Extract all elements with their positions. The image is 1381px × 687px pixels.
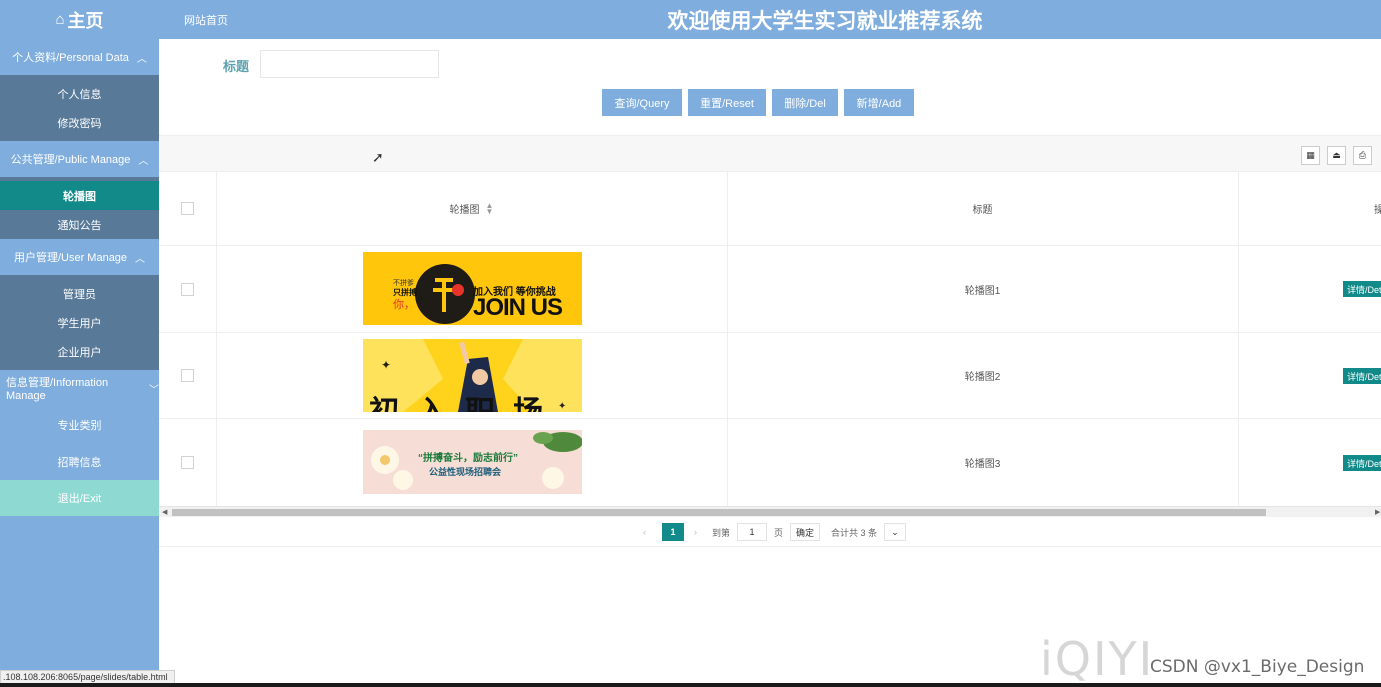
slide-title: 轮播图2 bbox=[964, 372, 1001, 383]
sort-icon[interactable]: ▲ ▼ bbox=[486, 201, 494, 215]
sidebar-group-user-manage[interactable]: 用户管理/User Manage ︿ bbox=[0, 239, 159, 275]
select-all-cell bbox=[159, 172, 216, 245]
total-count: 合计共 3 条 bbox=[831, 527, 878, 538]
sidebar-group-label: 个人资料/Personal Data bbox=[12, 52, 129, 64]
sidebar-item-slides[interactable]: 轮播图 bbox=[0, 181, 159, 210]
columns-icon[interactable]: ▦ bbox=[1301, 146, 1320, 165]
print-icon[interactable]: ⎙ bbox=[1353, 146, 1372, 165]
sidebar-item-notices[interactable]: 通知公告 bbox=[0, 210, 159, 239]
detail-button[interactable]: 详情/Det bbox=[1343, 455, 1381, 471]
goto-label: 到第 bbox=[712, 527, 731, 538]
csdn-watermark: CSDN @vx1_Biye_Design bbox=[1150, 657, 1365, 677]
banner-big-text: JOIN US bbox=[473, 294, 563, 321]
reset-button[interactable]: 重置/Reset bbox=[688, 89, 766, 116]
banner-subtext: 公益性现场招聘会 bbox=[429, 467, 502, 477]
chevron-up-icon: ︿ bbox=[136, 53, 147, 65]
sidebar-group-user-manage-items: 管理员 学生用户 企业用户 bbox=[0, 275, 159, 370]
goto-confirm-button[interactable]: 确定 bbox=[790, 523, 821, 541]
scroll-right-icon[interactable]: ▶ bbox=[1375, 508, 1380, 516]
search-title-label: 标题 bbox=[223, 59, 250, 74]
table-toolbar: ▦ ⏏ ⎙ bbox=[159, 135, 1381, 172]
slide-title: 轮播图1 bbox=[964, 285, 1001, 297]
action-buttons: 查询/Query 重置/Reset 删除/Del 新增/Add bbox=[602, 89, 914, 116]
sidebar-group-label: 用户管理/User Manage bbox=[13, 252, 128, 264]
row-checkbox[interactable] bbox=[181, 282, 194, 296]
export-icon[interactable]: ⏏ bbox=[1327, 146, 1346, 165]
chevron-down-icon: ﹀ bbox=[149, 384, 159, 396]
banner-headline: “拼搏奋斗，励志前行” bbox=[418, 453, 518, 464]
sidebar-group-public-manage-items: 轮播图 通知公告 bbox=[0, 177, 159, 239]
column-header-label: 轮播图 bbox=[449, 205, 480, 216]
system-title: 欢迎使用大学生实习就业推荐系统 bbox=[667, 10, 983, 33]
sidebar-group-personal-data[interactable]: 个人资料/Personal Data ︿ bbox=[0, 39, 159, 75]
top-bar: ⌂ 主页 网站首页 欢迎使用大学生实习就业推荐系统 bbox=[0, 0, 1381, 39]
row-checkbox[interactable] bbox=[181, 455, 194, 469]
main-content: 标题 查询/Query 重置/Reset 删除/Del 新增/Add ▦ ⏏ ⎙… bbox=[159, 39, 1381, 687]
chevron-down-icon: ⌄ bbox=[891, 526, 899, 537]
sidebar-item-exit[interactable]: 退出/Exit bbox=[0, 480, 159, 516]
chevron-up-icon: ︿ bbox=[138, 155, 149, 167]
prev-page-icon[interactable]: ‹ bbox=[643, 523, 646, 541]
sidebar-item-students[interactable]: 学生用户 bbox=[0, 308, 159, 337]
home-link[interactable]: ⌂ 主页 bbox=[0, 0, 159, 39]
chevron-up-icon: ︿ bbox=[135, 253, 146, 265]
iqiyi-watermark: iQIYI bbox=[1040, 632, 1155, 686]
detail-button[interactable]: 详情/Det bbox=[1343, 281, 1381, 297]
column-header-label: 操作 bbox=[1374, 205, 1381, 216]
sidebar-group-public-manage[interactable]: 公共管理/Public Manage ︿ bbox=[0, 141, 159, 177]
slide-title: 轮播图3 bbox=[964, 458, 1001, 470]
status-bar-url: .108.108.206:8065/page/slides/table.html bbox=[0, 670, 175, 684]
select-all-checkbox[interactable] bbox=[181, 202, 194, 215]
column-header-slide[interactable]: 轮播图 ▲ ▼ bbox=[216, 172, 727, 245]
home-label: 主页 bbox=[67, 10, 104, 31]
sidebar-group-label: 公共管理/Public Manage bbox=[10, 154, 131, 166]
column-header-actions: 操作 bbox=[1238, 172, 1381, 245]
sidebar-item-jobs[interactable]: 招聘信息 bbox=[0, 443, 159, 480]
page-number-current[interactable]: 1 bbox=[662, 523, 684, 541]
horizontal-scrollbar[interactable]: ◀ ▶ bbox=[159, 506, 1381, 517]
sidebar-item-change-password[interactable]: 修改密码 bbox=[0, 108, 159, 137]
table-row bbox=[159, 333, 216, 418]
delete-button[interactable]: 删除/Del bbox=[772, 89, 838, 116]
home-icon: ⌂ bbox=[55, 11, 65, 28]
detail-button[interactable]: 详情/Det bbox=[1343, 368, 1381, 384]
sidebar-group-label: 信息管理/Information Manage bbox=[6, 377, 109, 402]
pagination: ‹ 1 › 到第 1 页 确定 合计共 3 条 ⌄ bbox=[159, 517, 1381, 547]
sidebar-item-majors[interactable]: 专业类别 bbox=[0, 406, 159, 443]
slide-image-1: 不拼爹 只拼搏 你， 加入我们 等你挑战 JOIN US bbox=[363, 252, 582, 325]
table-row bbox=[159, 419, 216, 505]
page-size-select[interactable]: ⌄ bbox=[884, 523, 906, 541]
sidebar-item-companies[interactable]: 企业用户 bbox=[0, 337, 159, 366]
column-header-title: 标题 bbox=[727, 172, 1238, 245]
query-button[interactable]: 查询/Query bbox=[602, 89, 682, 116]
svg-text:✦: ✦ bbox=[381, 358, 391, 372]
row-checkbox[interactable] bbox=[181, 369, 194, 382]
sidebar-item-personal-info[interactable]: 个人信息 bbox=[0, 79, 159, 108]
slide-image-2: ✦ ✦ 初入职场 bbox=[363, 339, 582, 412]
scrollbar-thumb[interactable] bbox=[172, 509, 1266, 516]
bottom-strip bbox=[0, 683, 1381, 687]
slides-table: 轮播图 ▲▼ 标题 操作 不拼爹 只拼搏 你， 加入我们 等你挑战 JOIN bbox=[159, 172, 1381, 506]
sidebar: 个人资料/Personal Data ︿ 个人信息 修改密码 公共管理/Publ… bbox=[0, 39, 159, 687]
sidebar-group-info-manage[interactable]: 信息管理/Information Manage ﹀ bbox=[0, 370, 159, 406]
site-home-link[interactable]: 网站首页 bbox=[184, 12, 228, 28]
banner-big-text: 初入职场 bbox=[369, 387, 561, 412]
table-row bbox=[159, 246, 216, 332]
page-unit-label: 页 bbox=[774, 527, 784, 538]
goto-page-input[interactable]: 1 bbox=[737, 523, 767, 541]
add-button[interactable]: 新增/Add bbox=[844, 89, 914, 116]
search-title-input[interactable] bbox=[260, 50, 439, 78]
next-page-icon[interactable]: › bbox=[694, 523, 697, 541]
sidebar-item-admins[interactable]: 管理员 bbox=[0, 279, 159, 308]
mouse-cursor-icon: ➚ bbox=[372, 149, 384, 165]
column-header-label: 标题 bbox=[972, 205, 993, 216]
sidebar-group-personal-data-items: 个人信息 修改密码 bbox=[0, 75, 159, 141]
slide-image-3: “拼搏奋斗，励志前行” 公益性现场招聘会 bbox=[363, 430, 582, 494]
banner-text: 你， bbox=[393, 299, 415, 311]
scroll-left-icon[interactable]: ◀ bbox=[162, 508, 167, 516]
